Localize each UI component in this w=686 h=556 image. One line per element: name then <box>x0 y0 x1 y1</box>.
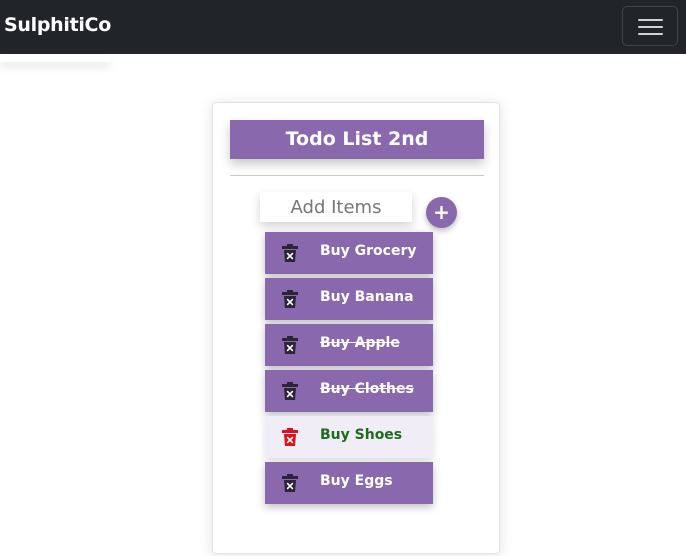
todo-item-label: Buy Eggs <box>320 473 393 489</box>
brand-logo[interactable]: SulphitiCo <box>4 14 111 36</box>
todo-item[interactable]: Buy Apple <box>265 324 433 366</box>
add-item-input[interactable] <box>260 192 412 222</box>
trash-icon[interactable] <box>282 290 298 308</box>
todo-item[interactable]: Buy Eggs <box>265 462 433 504</box>
divider <box>230 175 484 176</box>
navbar-shadow <box>0 54 110 62</box>
todo-item[interactable]: Buy Clothes <box>265 370 433 412</box>
trash-icon[interactable] <box>282 244 298 262</box>
todo-item-label: Buy Shoes <box>320 427 403 443</box>
todo-item[interactable]: Buy Shoes <box>265 416 433 458</box>
add-item-button[interactable]: + <box>426 197 457 228</box>
todo-item-label: Buy Grocery <box>320 243 417 259</box>
todo-card: Todo List 2nd + Buy Grocery Buy Banana Buy… <box>212 102 500 554</box>
trash-icon[interactable] <box>282 382 298 400</box>
todo-item[interactable]: Buy Banana <box>265 278 433 320</box>
todo-item-label: Buy Banana <box>320 289 414 305</box>
todo-item[interactable]: Buy Grocery <box>265 232 433 274</box>
hamburger-icon <box>638 19 663 21</box>
navbar: SulphitiCo <box>0 0 686 54</box>
navbar-toggle-button[interactable] <box>622 6 678 46</box>
todo-title: Todo List 2nd <box>230 120 484 159</box>
todo-item-label: Buy Clothes <box>320 381 414 397</box>
trash-icon[interactable] <box>282 336 298 354</box>
todo-item-label: Buy Apple <box>320 335 400 351</box>
trash-icon[interactable] <box>282 474 298 492</box>
trash-icon[interactable] <box>282 428 298 446</box>
